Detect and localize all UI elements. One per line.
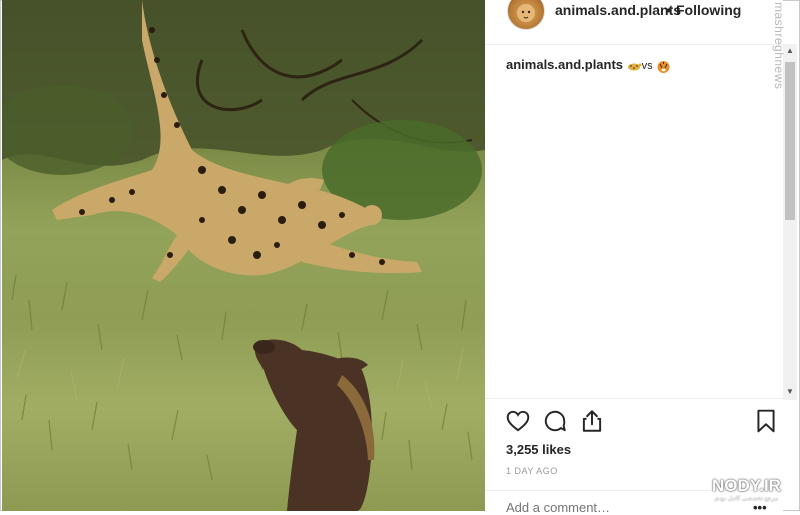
action-bar [503, 408, 775, 436]
nody-watermark-subtitle: مرجع تخصصی کامل نودی [714, 496, 778, 502]
scroll-down-icon[interactable]: ▼ [785, 387, 795, 397]
leopard-emoji-icon [627, 60, 642, 71]
side-watermark: mashreghnews [772, 2, 786, 90]
avatar[interactable] [507, 0, 545, 30]
username-link[interactable]: animals.and.plants [555, 2, 681, 18]
add-comment-input[interactable] [506, 500, 706, 515]
share-icon[interactable] [579, 408, 605, 434]
divider [485, 44, 783, 45]
following-button[interactable]: Following [676, 2, 741, 18]
scrollbar-thumb[interactable] [785, 62, 795, 220]
scroll-up-icon[interactable]: ▲ [785, 46, 795, 56]
post-header: animals.and.plants • Following [485, 0, 783, 32]
post-timestamp[interactable]: 1 DAY AGO [506, 466, 558, 476]
divider [485, 398, 783, 399]
photo-illustration [2, 0, 485, 511]
scrollbar[interactable]: ▲ ▼ [783, 44, 797, 400]
post-details-panel: animals.and.plants • Following animals.a… [485, 0, 783, 515]
more-options-button[interactable]: ••• [753, 500, 767, 515]
tiger-face-emoji-icon [656, 60, 671, 74]
comment-icon[interactable] [542, 408, 568, 434]
lion-avatar-image [517, 4, 535, 22]
heart-icon[interactable] [505, 408, 531, 434]
separator-dot: • [666, 2, 671, 18]
bookmark-icon[interactable] [753, 408, 779, 434]
post-photo[interactable] [2, 0, 485, 511]
nody-watermark: NODY.IR [712, 476, 781, 495]
post-caption: animals.and.plants vs [506, 57, 671, 74]
warthog-shape [253, 339, 375, 511]
likes-count[interactable]: 3,255 likes [506, 442, 571, 457]
caption-username-link[interactable]: animals.and.plants [506, 57, 623, 72]
vs-text: vs [641, 60, 653, 72]
